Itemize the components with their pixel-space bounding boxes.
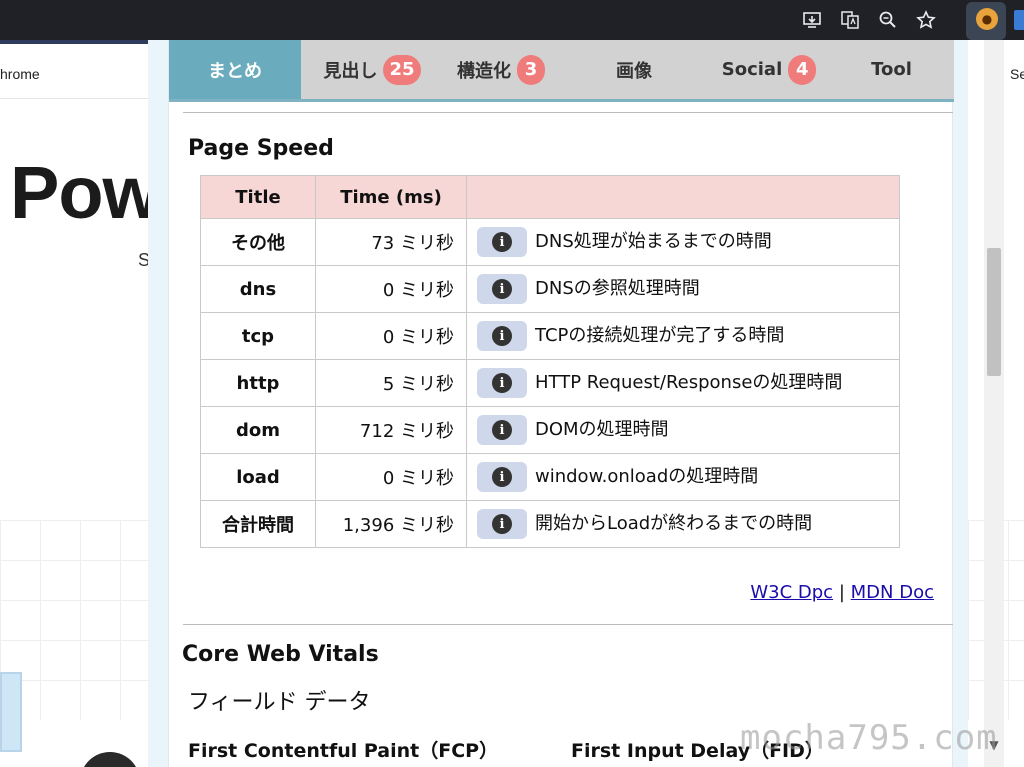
- background-tab-text: hrome: [0, 66, 40, 82]
- info-button[interactable]: i: [477, 415, 527, 445]
- row-title: http: [200, 359, 316, 407]
- info-icon: i: [492, 467, 512, 487]
- column-header-description: [466, 175, 900, 219]
- link-separator: |: [838, 582, 845, 603]
- tab-tool[interactable]: Tool: [829, 40, 954, 99]
- row-description-cell: i HTTP Request/Responseの処理時間: [466, 359, 900, 407]
- install-app-icon[interactable]: [800, 8, 824, 32]
- extension-avatar-icon[interactable]: ●: [976, 8, 998, 30]
- table-row: dns 0 ミリ秒 i DNSの参照処理時間: [200, 265, 900, 313]
- browser-toolbar: ●: [0, 0, 1024, 44]
- column-header-title: Title: [200, 175, 316, 219]
- tab-social[interactable]: Social 4: [709, 40, 829, 99]
- row-description-cell: i window.onloadの処理時間: [466, 453, 900, 501]
- scrollbar-thumb[interactable]: [987, 248, 1001, 376]
- page-speed-table: Title Time (ms) その他 73 ミリ秒 i DNS処理が始まるまでの…: [200, 175, 900, 548]
- background-hero-text: Pow: [10, 151, 160, 234]
- core-web-vitals-title: Core Web Vitals: [182, 642, 379, 667]
- info-icon: i: [492, 373, 512, 393]
- row-description: TCPの接続処理が完了する時間: [535, 325, 785, 346]
- row-time: 0 ミリ秒: [315, 265, 467, 313]
- field-data-label: フィールド データ: [188, 690, 371, 715]
- bookmark-star-icon[interactable]: [914, 8, 938, 32]
- page-speed-title: Page Speed: [188, 136, 334, 161]
- zoom-icon[interactable]: [876, 8, 900, 32]
- row-description-cell: i 開始からLoadが終わるまでの時間: [466, 500, 900, 548]
- table-row: http 5 ミリ秒 i HTTP Request/Responseの処理時間: [200, 359, 900, 407]
- translate-icon[interactable]: [838, 8, 862, 32]
- table-row: tcp 0 ミリ秒 i TCPの接続処理が完了する時間: [200, 312, 900, 360]
- info-button[interactable]: i: [477, 368, 527, 398]
- row-time: 1,396 ミリ秒: [315, 500, 467, 548]
- profile-edge[interactable]: [1014, 10, 1024, 30]
- background-tab-text-right: Se: [1010, 66, 1024, 82]
- metric-fcp-label: First Contentful Paint（FCP）: [188, 740, 499, 762]
- info-icon: i: [492, 232, 512, 252]
- row-title: 合計時間: [200, 500, 316, 548]
- info-icon: i: [492, 279, 512, 299]
- divider: [183, 624, 953, 625]
- info-icon: i: [492, 326, 512, 346]
- row-description: DNSの参照処理時間: [535, 278, 700, 299]
- row-description-cell: i DOMの処理時間: [466, 406, 900, 454]
- tab-headings[interactable]: 見出し 25: [301, 40, 443, 99]
- row-time: 73 ミリ秒: [315, 218, 467, 266]
- info-button[interactable]: i: [477, 509, 527, 539]
- column-header-time: Time (ms): [315, 175, 467, 219]
- tab-label: 見出し: [323, 60, 378, 82]
- info-button[interactable]: i: [477, 321, 527, 351]
- info-button[interactable]: i: [477, 227, 527, 257]
- doc-links: W3C Dpc | MDN Doc: [750, 582, 934, 603]
- row-time: 5 ミリ秒: [315, 359, 467, 407]
- background-thumbnail: [0, 672, 22, 752]
- row-description-cell: i TCPの接続処理が完了する時間: [466, 312, 900, 360]
- row-description: DOMの処理時間: [535, 419, 669, 440]
- tab-label: Tool: [871, 59, 912, 80]
- row-title: load: [200, 453, 316, 501]
- info-button[interactable]: i: [477, 462, 527, 492]
- info-icon: i: [492, 420, 512, 440]
- info-button[interactable]: i: [477, 274, 527, 304]
- row-title: dom: [200, 406, 316, 454]
- row-time: 712 ミリ秒: [315, 406, 467, 454]
- table-row: その他 73 ミリ秒 i DNS処理が始まるまでの時間: [200, 218, 900, 266]
- tab-summary[interactable]: まとめ: [169, 40, 301, 99]
- row-description-cell: i DNS処理が始まるまでの時間: [466, 218, 900, 266]
- row-description: window.onloadの処理時間: [535, 466, 759, 487]
- tab-label: 構造化: [457, 60, 511, 82]
- info-icon: i: [492, 514, 512, 534]
- tab-label: 画像: [616, 60, 652, 82]
- table-row: dom 712 ミリ秒 i DOMの処理時間: [200, 406, 900, 454]
- count-badge: 4: [788, 54, 817, 85]
- row-title: tcp: [200, 312, 316, 360]
- background-divider: [0, 98, 148, 99]
- row-title: dns: [200, 265, 316, 313]
- count-badge: 3: [517, 54, 545, 85]
- tab-label: Social: [721, 59, 783, 80]
- mdn-doc-link[interactable]: MDN Doc: [851, 582, 934, 603]
- table-row: load 0 ミリ秒 i window.onloadの処理時間: [200, 453, 900, 501]
- row-description: 開始からLoadが終わるまでの時間: [535, 513, 813, 534]
- popup-content: まとめ 見出し 25 構造化 3 画像 Social 4 Tool Page S…: [168, 40, 954, 767]
- w3c-doc-link[interactable]: W3C Dpc: [750, 582, 833, 603]
- row-description: HTTP Request/Responseの処理時間: [535, 372, 843, 393]
- tab-images[interactable]: 画像: [559, 40, 709, 99]
- scrollbar-track[interactable]: [984, 40, 1004, 767]
- row-description: DNS処理が始まるまでの時間: [535, 231, 772, 252]
- divider: [183, 112, 953, 113]
- table-row: 合計時間 1,396 ミリ秒 i 開始からLoadが終わるまでの時間: [200, 500, 900, 548]
- extension-popup: まとめ 見出し 25 構造化 3 画像 Social 4 Tool Page S…: [148, 40, 968, 767]
- popup-tabs: まとめ 見出し 25 構造化 3 画像 Social 4 Tool: [169, 40, 954, 102]
- row-description-cell: i DNSの参照処理時間: [466, 265, 900, 313]
- tab-label: まとめ: [208, 60, 262, 82]
- tab-structured-data[interactable]: 構造化 3: [443, 40, 559, 99]
- row-time: 0 ミリ秒: [315, 312, 467, 360]
- watermark: mocha795.com: [740, 718, 998, 758]
- table-header-row: Title Time (ms): [200, 175, 900, 219]
- row-title: その他: [200, 218, 316, 266]
- count-badge: 25: [383, 54, 421, 85]
- background-grid: [0, 520, 148, 720]
- row-time: 0 ミリ秒: [315, 453, 467, 501]
